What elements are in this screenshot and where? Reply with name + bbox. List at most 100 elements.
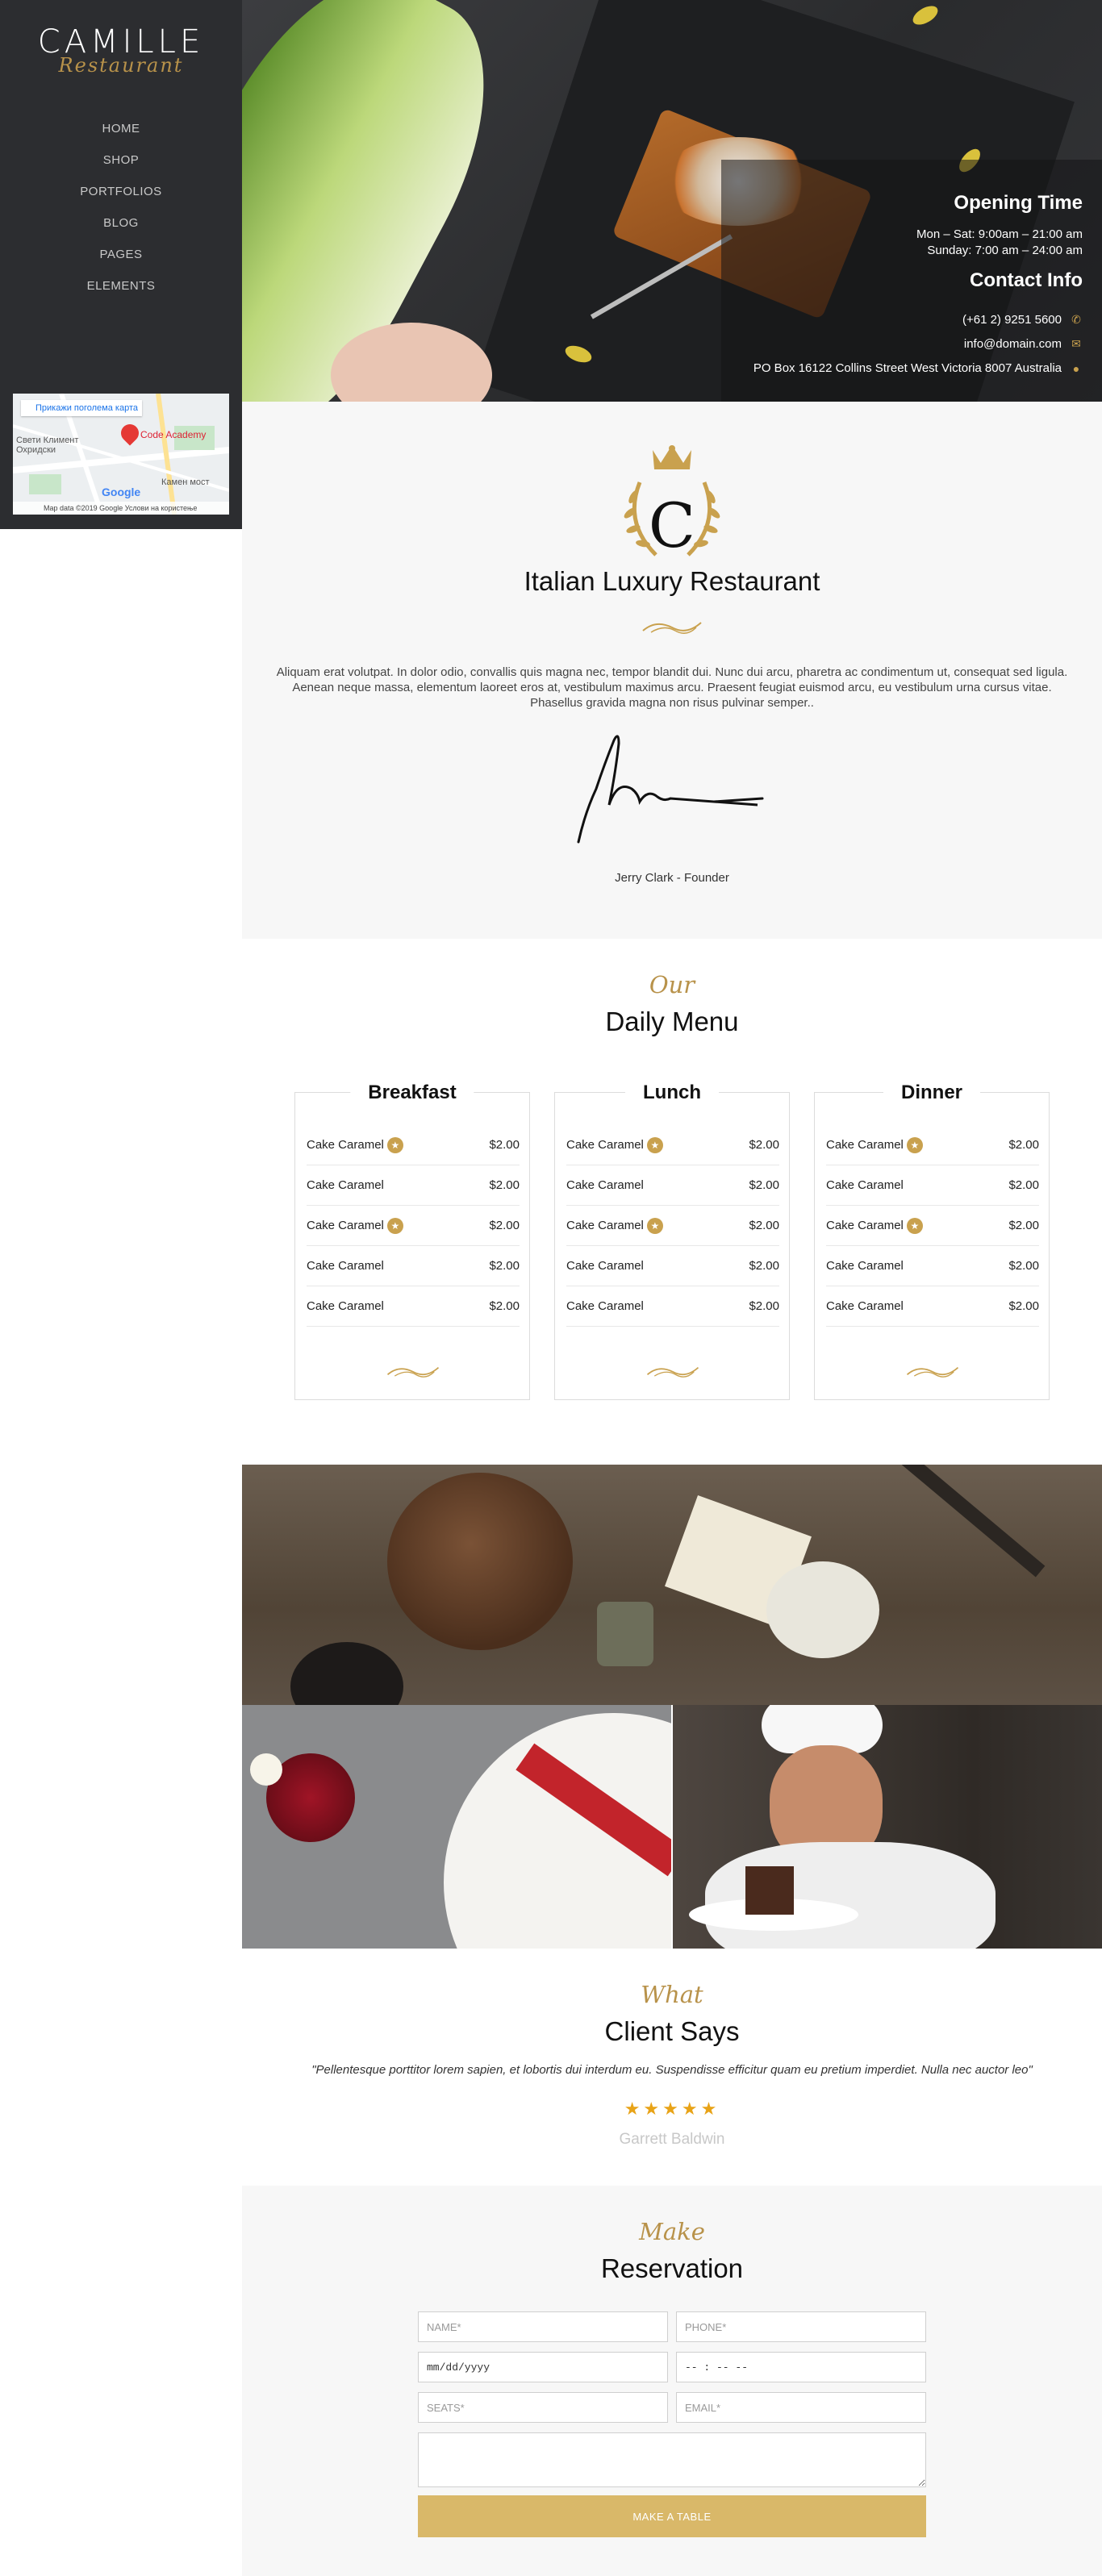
map-footer: Map data ©2019 Google Услови на користењ… (13, 502, 229, 515)
founder-name: Jerry Clark - Founder (615, 871, 729, 885)
menu-item[interactable]: Cake Caramel $2.00 (307, 1286, 520, 1327)
client-name: Garrett Baldwin (619, 2131, 725, 2148)
daily-menu-section: Our Daily Menu Breakfast Cake Caramel ★ $… (242, 939, 1102, 1465)
map-marker-icon: ● (1072, 361, 1080, 375)
main-nav: HOME SHOP PORTFOLIOS BLOG PAGES ELEMENTS (0, 119, 242, 308)
menu-item[interactable]: Cake Caramel $2.00 (826, 1286, 1039, 1327)
about-section: C Italian Luxury Restaurant Aliquam erat… (242, 402, 1102, 939)
menu-item[interactable]: Cake Caramel ★ $2.00 (566, 1206, 779, 1246)
nav-link-pages[interactable]: PAGES (99, 248, 142, 261)
menu-item-name: Cake Caramel (566, 1178, 644, 1192)
testimonial-title: Client Says (604, 2016, 740, 2046)
gallery-image-chef[interactable] (673, 1705, 1102, 1949)
contact-address-row: PO Box 16122 Collins Street West Victori… (753, 361, 1083, 375)
menu-item[interactable]: Cake Caramel $2.00 (826, 1165, 1039, 1206)
google-logo: Google (102, 486, 141, 498)
map-larger-button[interactable]: Прикажи поголема карта (21, 400, 142, 416)
gallery-image-dessert[interactable] (242, 1705, 671, 1949)
time-field[interactable]: -- : -- -- (676, 2352, 926, 2382)
message-textarea[interactable] (418, 2432, 926, 2487)
email-field[interactable] (676, 2392, 926, 2423)
flourish-icon (386, 1366, 440, 1378)
about-text: Aliquam erat volutpat. In dolor odio, co… (276, 665, 1068, 710)
flourish-icon (646, 1366, 699, 1378)
menu-card-title: Breakfast (350, 1082, 474, 1104)
nav-item-shop: SHOP (0, 151, 242, 182)
menu-item-price: $2.00 (749, 1178, 779, 1192)
menu-item[interactable]: Cake Caramel ★ $2.00 (826, 1206, 1039, 1246)
menu-item-price: $2.00 (1008, 1259, 1039, 1273)
seats-field[interactable] (418, 2392, 668, 2423)
hero-leaf-1 (909, 2, 941, 29)
menu-item[interactable]: Cake Caramel $2.00 (566, 1165, 779, 1206)
menu-item-name: Cake Caramel (566, 1219, 644, 1232)
menu-item-price: $2.00 (749, 1299, 779, 1313)
menu-item-name: Cake Caramel (307, 1138, 384, 1152)
photo-gallery (242, 1465, 1102, 1949)
nav-link-elements[interactable]: ELEMENTS (87, 279, 156, 293)
nav-link-home[interactable]: HOME (102, 122, 140, 135)
date-field[interactable]: mm/dd/yyyy (418, 2352, 668, 2382)
nav-link-portfolios[interactable]: PORTFOLIOS (80, 185, 161, 198)
founder-signature (577, 735, 764, 844)
phone-field[interactable] (676, 2311, 926, 2342)
menu-item-name: Cake Caramel (566, 1138, 644, 1152)
menu-item[interactable]: Cake Caramel ★ $2.00 (307, 1206, 520, 1246)
opening-time-title: Opening Time (954, 192, 1083, 214)
bread-shape (387, 1473, 573, 1650)
menu-item-price: $2.00 (489, 1259, 520, 1273)
menu-title: Daily Menu (605, 1007, 739, 1036)
contact-phone-row: (+61 2) 9251 5600 ✆ (962, 313, 1083, 327)
menu-item[interactable]: Cake Caramel ★ $2.00 (826, 1125, 1039, 1165)
logo-sub-text: Restaurant (58, 54, 184, 77)
nav-link-shop[interactable]: SHOP (103, 153, 140, 167)
gallery-image-bread-cheese[interactable] (242, 1465, 1102, 1705)
menu-item-price: $2.00 (749, 1138, 779, 1152)
menu-item-name: Cake Caramel (826, 1178, 904, 1192)
reservation-title: Reservation (600, 2253, 744, 2283)
about-title: Italian Luxury Restaurant (524, 566, 820, 596)
map-label-1: Свети Климент Охридски (16, 436, 79, 455)
contact-info-title: Contact Info (970, 269, 1083, 291)
rating-stars: ★★★★★ (624, 2099, 720, 2119)
name-field[interactable] (418, 2311, 668, 2342)
star-badge-icon: ★ (906, 1136, 923, 1153)
menu-item-price: $2.00 (1008, 1299, 1039, 1313)
date-field-value: mm/dd/yyyy (427, 2361, 490, 2374)
nav-item-elements: ELEMENTS (0, 277, 242, 308)
contact-phone[interactable]: (+61 2) 9251 5600 (962, 313, 1062, 327)
menu-card-dinner: Dinner Cake Caramel ★ $2.00 Cake Caramel … (814, 1082, 1050, 1400)
menu-item[interactable]: Cake Caramel ★ $2.00 (566, 1125, 779, 1165)
menu-item-name: Cake Caramel (307, 1219, 384, 1232)
nav-item-pages: PAGES (0, 245, 242, 277)
menu-item[interactable]: Cake Caramel $2.00 (307, 1246, 520, 1286)
make-a-table-button[interactable]: MAKE A TABLE (418, 2495, 926, 2537)
menu-item[interactable]: Cake Caramel ★ $2.00 (307, 1125, 520, 1165)
opening-time-line-2: Sunday: 7:00 am – 24:00 am (927, 244, 1083, 257)
menu-item[interactable]: Cake Caramel $2.00 (826, 1246, 1039, 1286)
site-logo[interactable]: CAMILLE Restaurant (0, 24, 242, 76)
menu-item[interactable]: Cake Caramel $2.00 (566, 1286, 779, 1327)
google-map[interactable]: Прикажи поголема карта Свети Климент Охр… (13, 394, 229, 515)
cheese-round-shape (766, 1561, 879, 1658)
nav-item-home: HOME (0, 119, 242, 151)
contact-email[interactable]: info@domain.com (964, 337, 1062, 351)
envelope-icon: ✉ (1071, 337, 1081, 350)
menu-item-name: Cake Caramel (307, 1259, 384, 1273)
opening-time-line-1: Mon – Sat: 9:00am – 21:00 am (916, 227, 1083, 241)
menu-item-price: $2.00 (749, 1259, 779, 1273)
menu-item[interactable]: Cake Caramel $2.00 (566, 1246, 779, 1286)
nav-item-portfolios: PORTFOLIOS (0, 182, 242, 214)
star-badge-icon: ★ (906, 1217, 923, 1234)
menu-card-lunch: Lunch Cake Caramel ★ $2.00 Cake Caramel $… (554, 1082, 790, 1400)
nav-link-blog[interactable]: BLOG (103, 216, 139, 230)
contact-address: PO Box 16122 Collins Street West Victori… (753, 361, 1062, 375)
flourish-icon (642, 622, 702, 634)
menu-item-name: Cake Caramel (566, 1299, 644, 1313)
testimonial-section: What Client Says "Pellentesque porttitor… (242, 1949, 1102, 2186)
menu-item-name: Cake Caramel (826, 1259, 904, 1273)
menu-card-title: Lunch (625, 1082, 719, 1104)
testimonial-quote: "Pellentesque porttitor lorem sapien, et… (311, 2063, 1033, 2077)
crest-letter: C (648, 490, 696, 561)
menu-item[interactable]: Cake Caramel $2.00 (307, 1165, 520, 1206)
